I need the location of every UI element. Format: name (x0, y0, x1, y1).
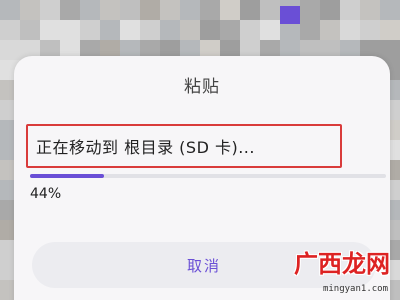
watermark-url: mingyan1.com (322, 284, 388, 294)
progress-percentage: 44% (30, 186, 62, 202)
status-highlight-box: 正在移动到 根目录 (SD 卡)... (26, 124, 342, 168)
background-app-icon (280, 6, 300, 24)
watermark-logo: 广西龙网 (294, 249, 390, 278)
cancel-button-label: 取消 (186, 257, 221, 275)
dialog-title: 粘贴 (184, 77, 220, 97)
progress-bar-fill (30, 174, 104, 178)
watermark: 广西龙网 mingyan1.com (262, 244, 392, 294)
screen: 粘贴 正在移动到 根目录 (SD 卡)... 44% 取消 广西龙网 mingy… (0, 0, 400, 300)
progress-bar (30, 174, 386, 178)
status-text: 正在移动到 根目录 (SD 卡)... (36, 138, 255, 157)
